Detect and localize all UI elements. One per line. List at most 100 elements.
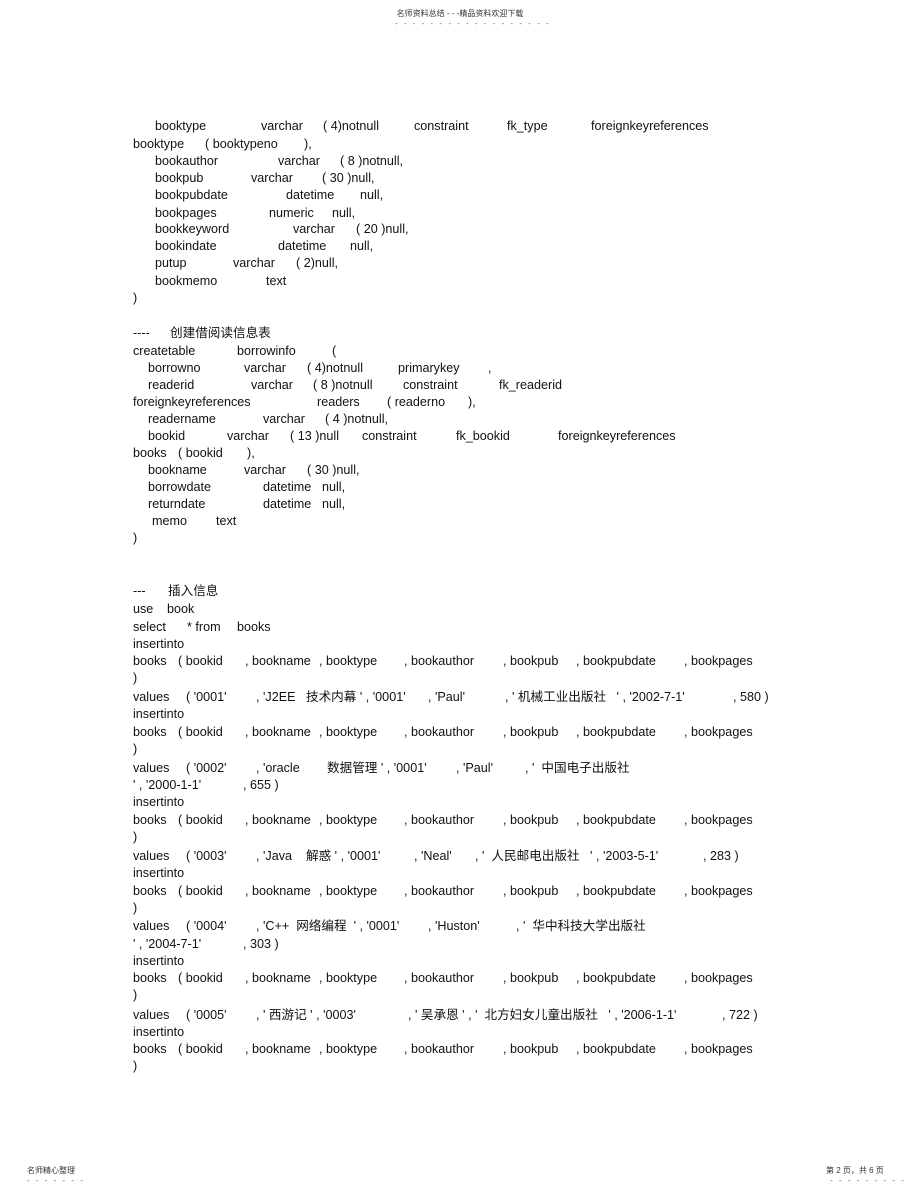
- code-token: values: [133, 849, 170, 863]
- code-token: datetime: [263, 497, 312, 511]
- code-token: books: [133, 1042, 167, 1056]
- code-token: , 303 ): [243, 937, 279, 951]
- code-token: null,: [322, 497, 346, 511]
- code-token: insertinto: [133, 1025, 185, 1039]
- code-token: ( booktypeno: [205, 137, 278, 151]
- code-token: , 722 ): [722, 1008, 758, 1022]
- code-token: varchar: [251, 171, 293, 185]
- code-token: borrowno: [148, 361, 201, 375]
- code-token: books: [133, 654, 167, 668]
- code-token: bookpages: [155, 206, 217, 220]
- code-token: , bookpubdate: [576, 654, 656, 668]
- code-token: bookid: [148, 429, 186, 443]
- code-token: , bookpages: [684, 654, 753, 668]
- code-token: memo: [152, 514, 187, 528]
- code-token: , ' 机械工业出版社 ' , '2002-7-1': [505, 690, 685, 704]
- code-token: ): [133, 988, 138, 1002]
- code-token: , bookname: [245, 813, 311, 827]
- code-token: , bookname: [245, 725, 311, 739]
- footer-left-label: 名师精心整理: [27, 1166, 75, 1175]
- code-token: , booktype: [319, 1042, 378, 1056]
- code-token: ' , '2000-1-1': [133, 778, 202, 792]
- code-token: 创建借阅读信息表: [170, 326, 271, 340]
- code-token: , booktype: [319, 654, 378, 668]
- code-token: ( '0004': [186, 919, 227, 933]
- code-token: ' , '2004-7-1': [133, 937, 202, 951]
- code-token: bookpub: [155, 171, 204, 185]
- code-token: null,: [350, 239, 374, 253]
- code-token: use: [133, 602, 154, 616]
- code-token: bookindate: [155, 239, 217, 253]
- code-token: ----: [133, 326, 150, 340]
- code-token: , 'J2EE 技术内幕 ' , '0001': [256, 690, 406, 704]
- code-token: insertinto: [133, 954, 185, 968]
- code-token: book: [167, 602, 195, 616]
- code-token: , 'Paul': [456, 761, 494, 775]
- code-token: * from: [187, 620, 221, 634]
- code-token: , bookpages: [684, 813, 753, 827]
- code-token: values: [133, 690, 170, 704]
- code-token: , bookname: [245, 1042, 311, 1056]
- code-token: putup: [155, 256, 187, 270]
- code-token: varchar: [263, 412, 305, 426]
- code-token: , bookauthor: [404, 813, 475, 827]
- code-token: bookkeyword: [155, 222, 230, 236]
- code-token: ): [133, 901, 138, 915]
- code-token: ( 4)notnull: [323, 119, 380, 133]
- code-token: ( '0003': [186, 849, 227, 863]
- code-token: ---: [133, 584, 146, 598]
- code-token: varchar: [251, 378, 293, 392]
- code-token: null,: [332, 206, 356, 220]
- code-token: , bookpub: [503, 884, 559, 898]
- code-token: borrowinfo: [237, 344, 296, 358]
- code-token: , bookpubdate: [576, 813, 656, 827]
- code-token: ( 30 )null,: [322, 171, 375, 185]
- code-token: , 655 ): [243, 778, 279, 792]
- code-token: insertinto: [133, 637, 185, 651]
- code-token: , 'Huston': [428, 919, 480, 933]
- code-token: 数据管理 ' , '0001': [327, 761, 427, 775]
- code-token: books: [133, 813, 167, 827]
- code-token: books: [237, 620, 271, 634]
- code-token: , bookpages: [684, 725, 753, 739]
- code-token: , bookauthor: [404, 654, 475, 668]
- code-token: books: [133, 725, 167, 739]
- code-token: , bookpages: [684, 971, 753, 985]
- code-token: , bookpub: [503, 654, 559, 668]
- code-token: , bookpub: [503, 1042, 559, 1056]
- code-token: 插入信息: [168, 584, 219, 598]
- code-token: , bookpubdate: [576, 725, 656, 739]
- code-token: returndate: [148, 497, 206, 511]
- code-token: numeric: [269, 206, 314, 220]
- code-token: , bookpub: [503, 971, 559, 985]
- code-token: ),: [247, 446, 255, 460]
- code-token: createtable: [133, 344, 196, 358]
- code-token: foreignkeyreferences: [133, 395, 251, 409]
- code-token: ),: [468, 395, 476, 409]
- code-token: readername: [148, 412, 216, 426]
- code-token: booktype: [133, 137, 185, 151]
- code-token: ( 13 )null: [290, 429, 339, 443]
- code-token: text: [216, 514, 237, 528]
- code-token: ,: [488, 361, 492, 375]
- code-token: ( bookid: [178, 654, 223, 668]
- code-token: , bookauthor: [404, 971, 475, 985]
- code-token: , bookauthor: [404, 725, 475, 739]
- code-token: ( bookid: [178, 446, 223, 460]
- code-token: , booktype: [319, 971, 378, 985]
- code-token: ): [133, 291, 138, 305]
- code-token: ( 30 )null,: [307, 463, 360, 477]
- code-token: ( bookid: [178, 971, 223, 985]
- code-token: ( 2)null,: [296, 256, 338, 270]
- code-token: books: [133, 971, 167, 985]
- code-token: insertinto: [133, 795, 185, 809]
- code-token: varchar: [227, 429, 269, 443]
- code-token: ): [133, 531, 138, 545]
- page-number: 第 2 页，共 6 页: [826, 1166, 884, 1175]
- code-token: , 'oracle: [256, 761, 300, 775]
- code-token: varchar: [278, 154, 320, 168]
- code-token: ( 8 )notnull,: [340, 154, 403, 168]
- code-token: (: [332, 344, 337, 358]
- code-token: fk_readerid: [499, 378, 563, 392]
- code-token: , bookname: [245, 654, 311, 668]
